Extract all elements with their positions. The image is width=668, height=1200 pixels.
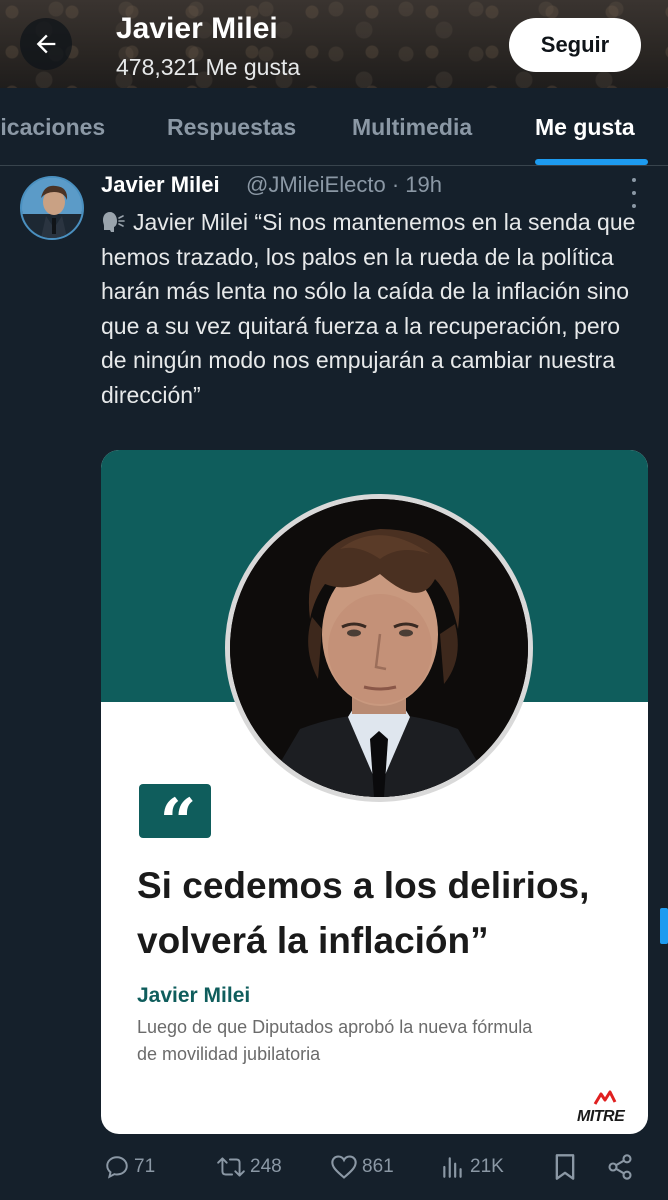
share-button[interactable] [606,1152,638,1182]
arrow-left-icon [36,34,56,54]
avatar-photo [22,178,82,238]
views-count: 21K [470,1156,504,1177]
heart-icon [331,1155,357,1179]
tweet-handle-time[interactable]: @JMileiElecto · 19h [246,172,442,198]
card-subtitle: Luego de que Diputados aprobó la nueva f… [137,1017,533,1064]
follow-button[interactable]: Seguir [509,18,641,72]
tab-me-gusta[interactable]: Me gusta [535,114,635,141]
tweet-author-name[interactable]: Javier Milei [101,172,220,198]
bookmark-icon [555,1154,575,1180]
views-button[interactable]: 21K [440,1152,504,1182]
back-button[interactable] [20,18,72,70]
reply-button[interactable]: 71 [104,1152,155,1182]
retweet-count: 248 [250,1156,282,1177]
portrait-photo [225,494,533,802]
mitre-logo-text: MITRE [577,1108,625,1125]
card-headline: Si cedemos a los delirios, volverá la in… [137,865,590,961]
card-author: Javier Milei [137,984,251,1007]
more-options-icon[interactable] [626,178,642,208]
like-count: 861 [362,1156,394,1177]
share-icon [608,1154,632,1180]
tab-respuestas[interactable]: Respuestas [167,114,296,141]
like-button[interactable]: 861 [330,1152,394,1182]
speaking-head-icon [103,212,125,232]
active-tab-indicator [535,159,648,165]
quote-icon: “ [139,784,211,860]
tab-multimedia[interactable]: Multimedia [352,114,472,141]
tweet-text-body: Javier Milei “Si nos mantenemos en la se… [101,209,636,408]
retweet-button[interactable]: 248 [216,1152,282,1182]
likes-count: 478,321 Me gusta [116,54,301,80]
tweet-text: Javier Milei “Si nos mantenemos en la se… [101,205,651,412]
avatar[interactable] [20,176,84,240]
reply-icon [106,1156,128,1179]
mitre-logo: MITRE [577,1090,637,1126]
profile-tabs: licaciones Respuestas Multimedia Me gust… [0,88,668,166]
scrollbar-thumb[interactable] [660,908,668,944]
retweet-icon [217,1157,245,1177]
tab-publicaciones[interactable]: licaciones [0,114,105,141]
profile-name: Javier Milei [116,12,278,45]
profile-header: Javier Milei 478,321 Me gusta Seguir [0,0,668,88]
views-chart-icon [443,1157,462,1178]
tweet-media-card[interactable]: “ Si cedemos a los delirios, volverá la … [101,450,648,1134]
bookmark-button[interactable] [552,1152,582,1182]
reply-count: 71 [134,1156,156,1177]
